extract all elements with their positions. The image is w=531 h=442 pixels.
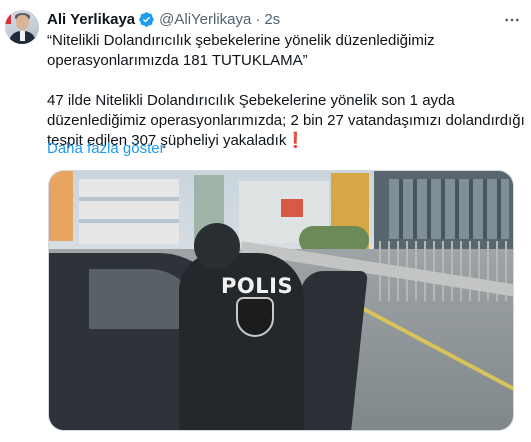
author-avatar[interactable] xyxy=(5,10,39,44)
exclamation-emoji-icon: ❗ xyxy=(286,132,306,149)
more-options-icon[interactable] xyxy=(502,10,522,30)
tweet[interactable]: Ali Yerlikaya @AliYerlikaya · 2s “Niteli… xyxy=(0,0,531,442)
tweet-text-line: “Nitelikli Dolandırıcılık şebekelerine y… xyxy=(47,32,435,49)
show-more-link[interactable]: Daha fazla göster xyxy=(47,140,165,157)
tweet-video[interactable]: POLIS xyxy=(48,170,514,431)
tweet-header: Ali Yerlikaya @AliYerlikaya · 2s xyxy=(47,9,280,29)
verified-badge-icon xyxy=(138,11,155,28)
tweet-timestamp[interactable]: 2s xyxy=(264,11,280,28)
separator-dot: · xyxy=(255,10,261,28)
tweet-text-line: düzenlediğimiz operasyonlarımızda; 2 bin… xyxy=(47,112,525,129)
author-handle[interactable]: @AliYerlikaya xyxy=(159,11,251,28)
tweet-text-line: 47 ilde Nitelikli Dolandırıcılık Şebekel… xyxy=(47,92,455,109)
tweet-text: “Nitelikli Dolandırıcılık şebekelerine y… xyxy=(47,31,525,151)
police-badge-icon xyxy=(236,297,274,337)
author-name[interactable]: Ali Yerlikaya xyxy=(47,11,135,28)
tweet-text-line: operasyonlarımızda 181 TUTUKLAMA” xyxy=(47,52,308,69)
vest-text: POLIS xyxy=(221,274,294,298)
